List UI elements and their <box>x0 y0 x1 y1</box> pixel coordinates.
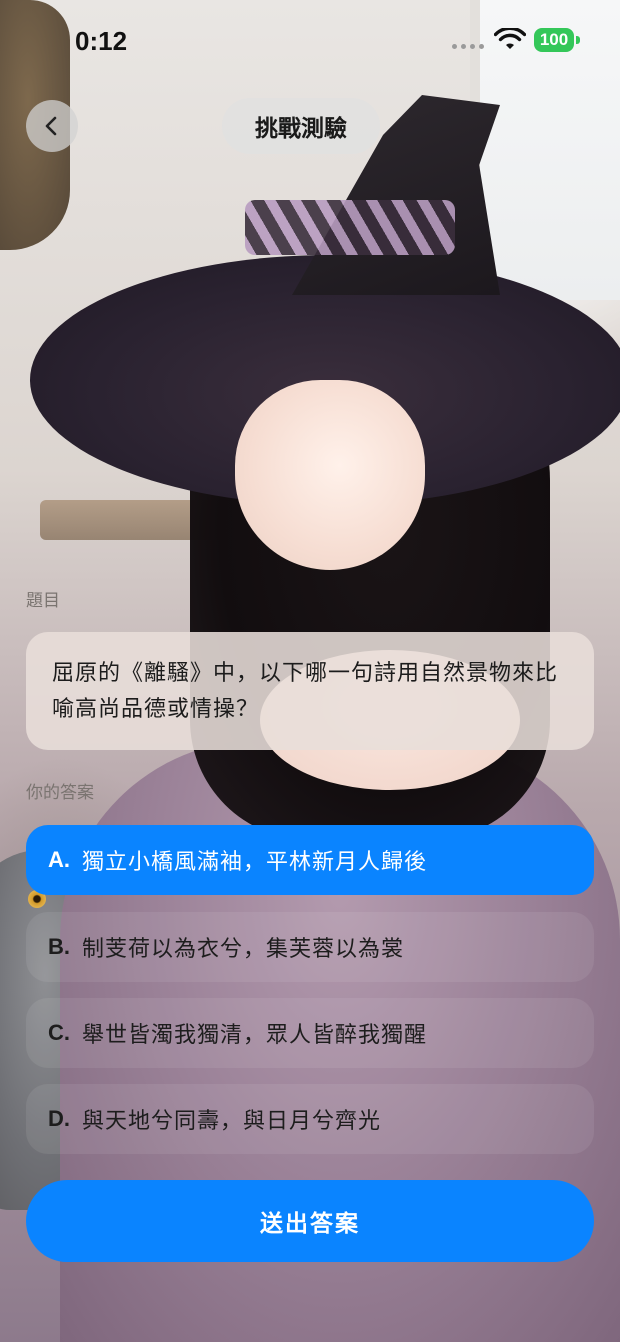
option-letter: B. <box>48 934 70 959</box>
question-card: 屈原的《離騷》中，以下哪一句詩用自然景物來比喻高尚品德或情操？ <box>26 632 594 750</box>
background-hat-band <box>245 200 455 255</box>
option-d[interactable]: D. 與天地兮同壽，與日月兮齊光 <box>26 1084 594 1154</box>
option-b[interactable]: B. 制芰荷以為衣兮，集芙蓉以為裳 <box>26 912 594 982</box>
option-text: 獨立小橋風滿袖，平林新月人歸後 <box>82 850 428 875</box>
option-letter: C. <box>48 1020 70 1045</box>
wifi-icon <box>494 28 526 49</box>
battery-indicator: 100 <box>534 28 574 52</box>
page-title: 挑戰測驗 <box>222 98 380 154</box>
submit-answer-label: 送出答案 <box>260 1211 360 1237</box>
answer-label: 你的答案 <box>26 783 94 803</box>
question-label: 題目 <box>26 591 60 611</box>
battery-level: 100 <box>539 30 569 49</box>
option-letter: D. <box>48 1106 70 1131</box>
chevron-left-icon <box>45 116 57 136</box>
option-letter: A. <box>48 847 70 872</box>
option-text: 與天地兮同壽，與日月兮齊光 <box>82 1109 382 1134</box>
option-text: 制芰荷以為衣兮，集芙蓉以為裳 <box>82 937 405 962</box>
status-time: 0:12 <box>75 26 128 56</box>
question-text: 屈原的《離騷》中，以下哪一句詩用自然景物來比喻高尚品德或情操？ <box>52 661 559 722</box>
background-face <box>235 380 425 570</box>
page-title-text: 挑戰測驗 <box>255 116 347 142</box>
cellular-signal-icon <box>452 44 486 50</box>
status-bar: 0:12 100 <box>0 0 620 84</box>
option-c[interactable]: C. 舉世皆濁我獨清，眾人皆醉我獨醒 <box>26 998 594 1068</box>
option-a[interactable]: A. 獨立小橋風滿袖，平林新月人歸後 <box>26 825 594 895</box>
back-button[interactable] <box>26 100 78 152</box>
option-text: 舉世皆濁我獨清，眾人皆醉我獨醒 <box>82 1023 428 1048</box>
submit-answer-button[interactable]: 送出答案 <box>26 1180 594 1262</box>
battery-cap <box>576 36 580 44</box>
